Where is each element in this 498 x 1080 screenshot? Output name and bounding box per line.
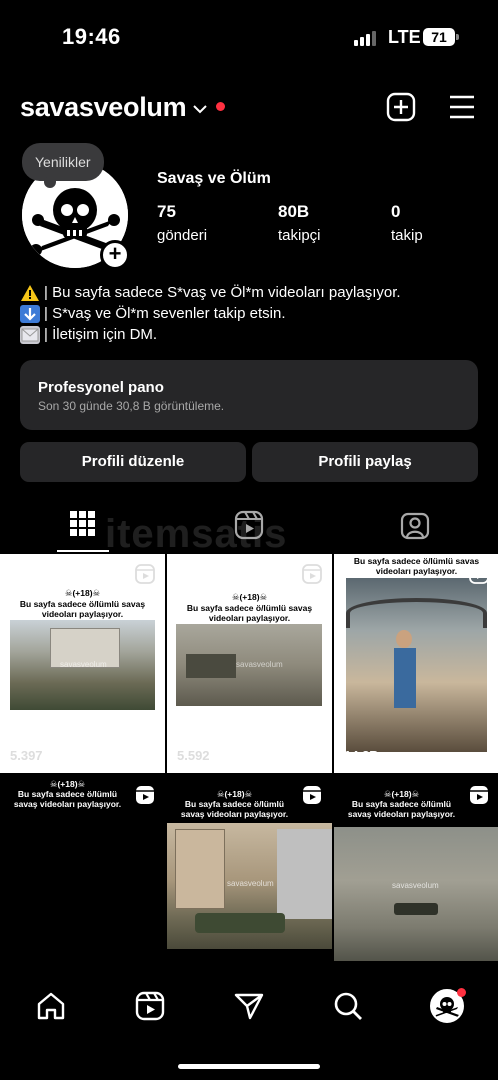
notification-dot bbox=[216, 102, 225, 111]
network-type: LTE bbox=[388, 27, 421, 47]
add-story-icon[interactable]: + bbox=[100, 240, 130, 270]
home-icon[interactable] bbox=[35, 990, 67, 1022]
post-caption: Bu sayfa sadece ö/lümlü savaş videoları … bbox=[19, 599, 146, 619]
reels-icon[interactable] bbox=[234, 510, 264, 540]
post-caption-top: ☠(+18)☠ bbox=[216, 789, 253, 799]
stat-value: 75 bbox=[157, 202, 176, 221]
stat-followers[interactable]: 80B takipçi bbox=[278, 202, 321, 244]
stat-value: 80B bbox=[278, 202, 310, 221]
note-bubble[interactable]: Yenilikler bbox=[22, 143, 104, 188]
envelope-icon bbox=[20, 325, 40, 344]
profile-header: savasveolum bbox=[0, 86, 498, 130]
bio-line: | S*vaş ve Öl*m sevenler takip etsin. bbox=[44, 305, 286, 322]
post-views: 14,3B bbox=[344, 748, 379, 763]
bio-line: | İletişim için DM. bbox=[44, 326, 158, 343]
status-time: 19:46 bbox=[62, 24, 121, 49]
video-watermark: savasveolum bbox=[236, 660, 283, 669]
video-watermark: savasveolum bbox=[60, 660, 107, 669]
post-image: savasveolum bbox=[167, 823, 332, 949]
post-tile[interactable]: Bu sayfa sadece ö/lümlü savaş videoları … bbox=[334, 554, 498, 773]
signal-icon bbox=[354, 30, 378, 46]
direct-message-icon[interactable] bbox=[233, 990, 265, 1022]
share-profile-button[interactable]: Profili paylaş bbox=[252, 442, 478, 482]
grid-icon[interactable] bbox=[69, 510, 99, 540]
reels-icon[interactable] bbox=[134, 990, 166, 1022]
status-bar: 19:46 LTE 71 bbox=[0, 0, 498, 70]
menu-icon[interactable] bbox=[448, 94, 476, 120]
bio: | Bu sayfa sadece S*vaş ve Öl*m videolar… bbox=[20, 282, 401, 345]
tagged-icon[interactable] bbox=[400, 510, 430, 540]
new-post-icon[interactable] bbox=[386, 92, 416, 122]
post-views: 5.592 bbox=[177, 748, 210, 763]
post-caption-top: ☠(+18)☠ bbox=[49, 779, 86, 789]
bio-line: | Bu sayfa sadece S*vaş ve Öl*m videolar… bbox=[44, 284, 401, 301]
battery-icon: 71 bbox=[423, 28, 459, 46]
chevron-down-icon[interactable] bbox=[193, 98, 207, 119]
professional-dashboard[interactable]: Profesyonel pano Son 30 günde 30,8 B gör… bbox=[20, 360, 478, 430]
stat-label: takipçi bbox=[278, 227, 321, 244]
warning-icon bbox=[20, 284, 40, 302]
home-indicator bbox=[178, 1064, 320, 1069]
post-caption: Bu sayfa sadece ö/lümlü savaş videoları … bbox=[186, 603, 313, 623]
post-image: savasveolum bbox=[334, 827, 498, 961]
post-tile[interactable]: ☠(+18)☠ Bu sayfa sadece ö/lümlü savaş vi… bbox=[334, 775, 498, 975]
reel-badge-icon bbox=[469, 564, 489, 584]
post-tile[interactable]: ☠(+18)☠ Bu sayfa sadece ö/lümlü savaş vi… bbox=[0, 775, 165, 975]
dashboard-title: Profesyonel pano bbox=[38, 379, 164, 396]
post-image: savasveolum bbox=[176, 624, 322, 706]
stat-label: takip bbox=[391, 227, 423, 244]
post-image bbox=[346, 578, 487, 752]
stat-value: 0 bbox=[391, 202, 401, 221]
reel-badge-icon bbox=[302, 785, 322, 805]
notification-dot bbox=[457, 988, 466, 997]
stat-following[interactable]: 0 takip bbox=[391, 202, 423, 244]
post-caption: Bu sayfa sadece ö/lümlü savaş videoları … bbox=[13, 789, 122, 809]
profile-tabs bbox=[0, 500, 498, 553]
reel-badge-icon bbox=[302, 564, 322, 584]
reel-badge-icon bbox=[135, 564, 155, 584]
post-caption-top: ☠(+18)☠ bbox=[383, 789, 420, 799]
active-tab-indicator bbox=[57, 550, 109, 552]
stat-posts[interactable]: 75 gönderi bbox=[157, 202, 207, 244]
post-views: 5.397 bbox=[10, 748, 43, 763]
post-caption: Bu sayfa sadece ö/lümlü savaş videoları … bbox=[180, 799, 289, 819]
post-caption: Bu sayfa sadece ö/lümlü savaş videoları … bbox=[347, 799, 456, 819]
post-tile[interactable]: ☠(+18)☠ Bu sayfa sadece ö/lümlü savaş vi… bbox=[167, 775, 332, 975]
username-switcher[interactable]: savasveolum bbox=[20, 92, 187, 123]
dashboard-subtitle: Son 30 günde 30,8 B görüntüleme. bbox=[38, 399, 225, 413]
edit-profile-button[interactable]: Profili düzenle bbox=[20, 442, 246, 482]
post-caption-top: ☠(+18)☠ bbox=[64, 588, 101, 598]
post-image: savasveolum bbox=[10, 620, 155, 710]
stat-label: gönderi bbox=[157, 227, 208, 244]
down-arrow-icon bbox=[20, 304, 40, 323]
full-name: Savaş ve Ölüm bbox=[157, 170, 271, 187]
post-tile[interactable]: ☠(+18)☠ Bu sayfa sadece ö/lümlü savaş vi… bbox=[0, 554, 165, 773]
video-watermark: savasveolum bbox=[227, 879, 274, 888]
video-watermark: savasveolum bbox=[392, 881, 439, 890]
reel-badge-icon bbox=[469, 785, 489, 805]
post-caption-top: ☠(+18)☠ bbox=[231, 592, 268, 602]
post-tile[interactable]: ☠(+18)☠ Bu sayfa sadece ö/lümlü savaş vi… bbox=[167, 554, 332, 773]
search-icon[interactable] bbox=[332, 990, 364, 1022]
reel-badge-icon bbox=[135, 785, 155, 805]
